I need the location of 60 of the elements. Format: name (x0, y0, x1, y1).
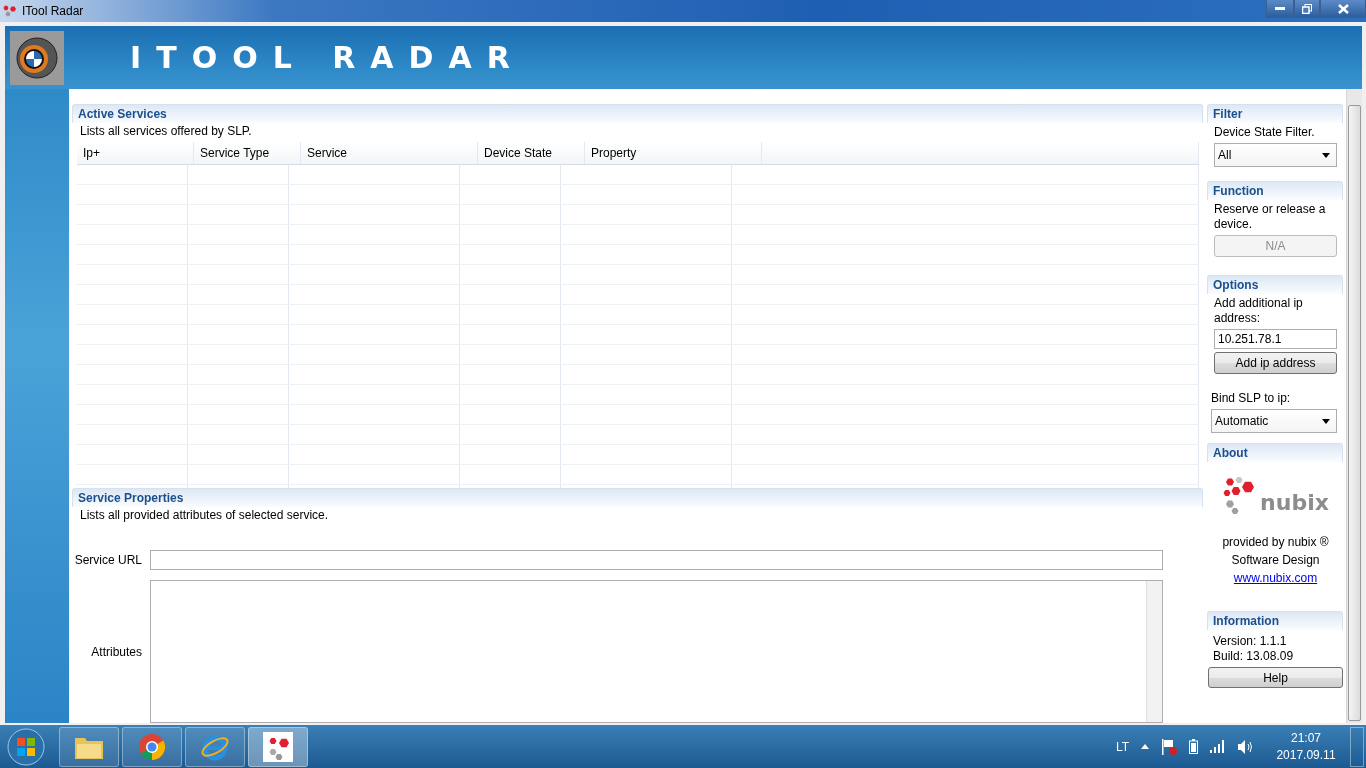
app-icon[interactable] (248, 726, 308, 767)
time-text: 21:07 (1291, 729, 1321, 747)
clock[interactable]: 21:07 2017.09.11 (1266, 729, 1346, 764)
field-label: Service URL (73, 553, 143, 567)
bind-label: Bind SLP to ip: (1211, 391, 1292, 406)
panel-title: Options (1207, 275, 1343, 294)
add-ip-button[interactable]: Add ip address (1214, 352, 1337, 374)
panel-title: Function (1207, 181, 1343, 200)
minimize-button[interactable] (1266, 0, 1294, 18)
panel-title: Information (1207, 611, 1343, 630)
minimize-icon (1275, 7, 1285, 10)
panel-title: Active Services (72, 104, 1203, 123)
app-icon (2, 4, 18, 18)
app-title: ITOOL RADAR (130, 40, 525, 75)
language-indicator[interactable]: LT (1115, 739, 1129, 754)
close-button[interactable] (1320, 0, 1366, 18)
function-description: Reserve or release a device. (1214, 202, 1327, 232)
window-title: ITool Radar (22, 4, 84, 18)
column-header[interactable]: Ip+ (77, 142, 194, 164)
build-text: Build: 13.08.09 (1213, 649, 1295, 664)
website-link[interactable]: www.nubix.com (1214, 571, 1337, 586)
signal-icon[interactable] (1210, 740, 1226, 753)
logo-text: nubix (1260, 489, 1329, 515)
company-text: Software Design (1230, 553, 1321, 568)
restore-icon (1302, 3, 1312, 14)
attributes-field[interactable] (150, 580, 1163, 723)
restore-button[interactable] (1294, 0, 1320, 18)
close-icon (1337, 3, 1349, 14)
panel-title: About (1207, 443, 1343, 462)
flag-icon[interactable] (1161, 738, 1177, 755)
show-desktop-button[interactable] (1350, 726, 1364, 767)
caret-icon (1322, 152, 1330, 158)
battery-icon[interactable] (1189, 739, 1198, 754)
provider-text: provided by nubix ® (1221, 535, 1330, 550)
panel-description: Lists all provided attributes of selected service. (79, 507, 330, 524)
version-text: Version: 1.1.1 (1213, 634, 1288, 649)
service-url-field[interactable] (150, 550, 1163, 570)
caret-icon[interactable] (1141, 744, 1149, 749)
panel-description: Lists all services offered by SLP. (79, 123, 253, 140)
column-header[interactable]: Property (585, 142, 762, 164)
panel-title: Filter (1207, 104, 1343, 123)
column-header[interactable]: Device State (478, 142, 585, 164)
browser-icon[interactable] (122, 726, 182, 767)
filter-label: Device State Filter. (1214, 125, 1316, 140)
bind-ip-dropdown[interactable]: Automatic (1211, 409, 1337, 433)
column-header[interactable]: Service (301, 142, 478, 164)
help-button[interactable]: Help (1208, 667, 1343, 688)
ip-address-field[interactable]: 10.251.78.1 (1214, 329, 1337, 349)
date-text: 2017.09.11 (1276, 746, 1336, 764)
speaker-icon[interactable] (1238, 739, 1254, 754)
caret-icon (1322, 418, 1330, 424)
options-label: Add additional ip address: (1214, 296, 1304, 326)
folder-icon[interactable] (59, 726, 119, 767)
state-filter-dropdown[interactable]: All (1214, 143, 1337, 167)
globe-icon[interactable] (185, 726, 245, 767)
column-header[interactable]: Service Type (194, 142, 301, 164)
scrollbar[interactable] (1346, 89, 1362, 723)
logo-icon (10, 30, 64, 85)
field-label: Attributes (90, 644, 143, 659)
panel-title: Service Properties (72, 488, 1203, 507)
